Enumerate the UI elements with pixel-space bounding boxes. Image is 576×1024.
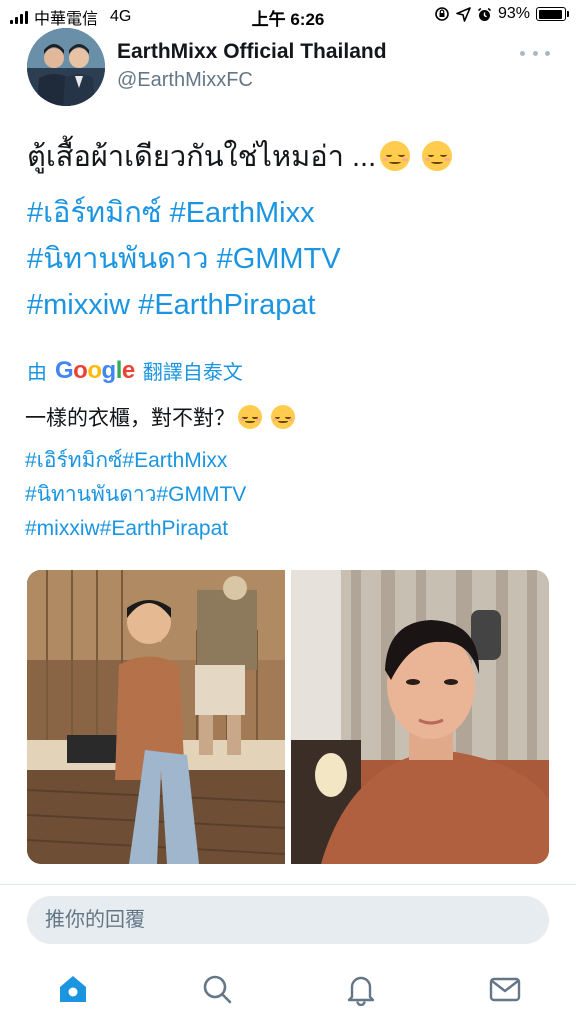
hashtag-link[interactable]: #นิทานพันดาว	[27, 243, 209, 275]
tweet-hashtag-line: #mixxiw #EarthPirapat	[27, 286, 316, 324]
translated-hashtag-line[interactable]: #mixxiw#EarthPirapat	[25, 514, 228, 544]
translated-hashtag-line[interactable]: #นิทานพันดาว#GMMTV	[25, 480, 246, 510]
avatar-image	[27, 28, 105, 106]
translation-label: 翻譯自泰文	[142, 362, 243, 384]
tweet-text-line: ตู้เสื้อผ้าเดียวกันใช่ไหมอ่า ...	[27, 138, 453, 176]
avatar[interactable]	[27, 28, 105, 106]
photo-man-selfie	[291, 570, 549, 864]
tweet-photo[interactable]	[27, 570, 285, 864]
tweet-media	[27, 570, 549, 864]
display-name[interactable]: EarthMixx Official Thailand	[117, 40, 387, 64]
smiling-face-emoji	[270, 405, 295, 429]
translated-text: 一樣的衣櫃，對不對？	[25, 407, 235, 430]
alarm-icon	[477, 7, 491, 21]
divider	[0, 884, 576, 885]
smiling-face-emoji	[422, 141, 453, 171]
smiling-face-emoji	[380, 141, 411, 171]
more-options-icon[interactable]	[520, 48, 550, 58]
hashtag-link[interactable]: #EarthMixx	[170, 197, 315, 229]
battery-icon	[536, 7, 569, 21]
hashtag-link[interactable]: #GMMTV	[217, 243, 341, 275]
status-bar: 中華電信 4G 上午 6:26 93%	[0, 0, 576, 30]
reply-input[interactable]: 推你的回覆	[27, 896, 549, 944]
rotation-lock-icon	[435, 7, 449, 21]
tweet-text: ตู้เสื้อผ้าเดียวกันใช่ไหมอ่า ...	[27, 141, 377, 173]
translated-text-line: 一樣的衣櫃，對不對？	[25, 404, 295, 434]
translation-by-label: 由	[27, 362, 47, 384]
bottom-tab-bar	[0, 960, 576, 1024]
hashtag-link[interactable]: #เอิร์ทมิกซ์	[27, 197, 162, 229]
mail-icon[interactable]	[488, 972, 522, 1006]
tweet-photo[interactable]	[291, 570, 549, 864]
location-icon	[456, 6, 471, 22]
translated-hashtag-line[interactable]: #เอิร์ทมิกซ์#EarthMixx	[25, 446, 227, 476]
battery-percent: 93%	[497, 5, 530, 22]
battery-fill	[538, 9, 562, 19]
bell-icon[interactable]	[344, 972, 378, 1007]
hashtag-link[interactable]: #mixxiw	[27, 289, 130, 321]
hashtag-link[interactable]: #EarthPirapat	[138, 289, 315, 321]
user-handle[interactable]: @EarthMixxFC	[117, 69, 253, 92]
smiling-face-emoji	[238, 405, 262, 429]
search-icon[interactable]	[200, 972, 234, 1006]
photo-man-peace-sign	[27, 570, 285, 864]
tweet-hashtag-line: #นิทานพันดาว #GMMTV	[27, 240, 341, 278]
google-logo: Google	[55, 356, 135, 384]
translation-attribution[interactable]: 由 Google 翻譯自泰文	[27, 356, 243, 385]
tweet-hashtag-line: #เอิร์ทมิกซ์ #EarthMixx	[27, 194, 315, 232]
status-right: 93%	[434, 5, 569, 23]
home-icon[interactable]	[56, 972, 90, 1006]
